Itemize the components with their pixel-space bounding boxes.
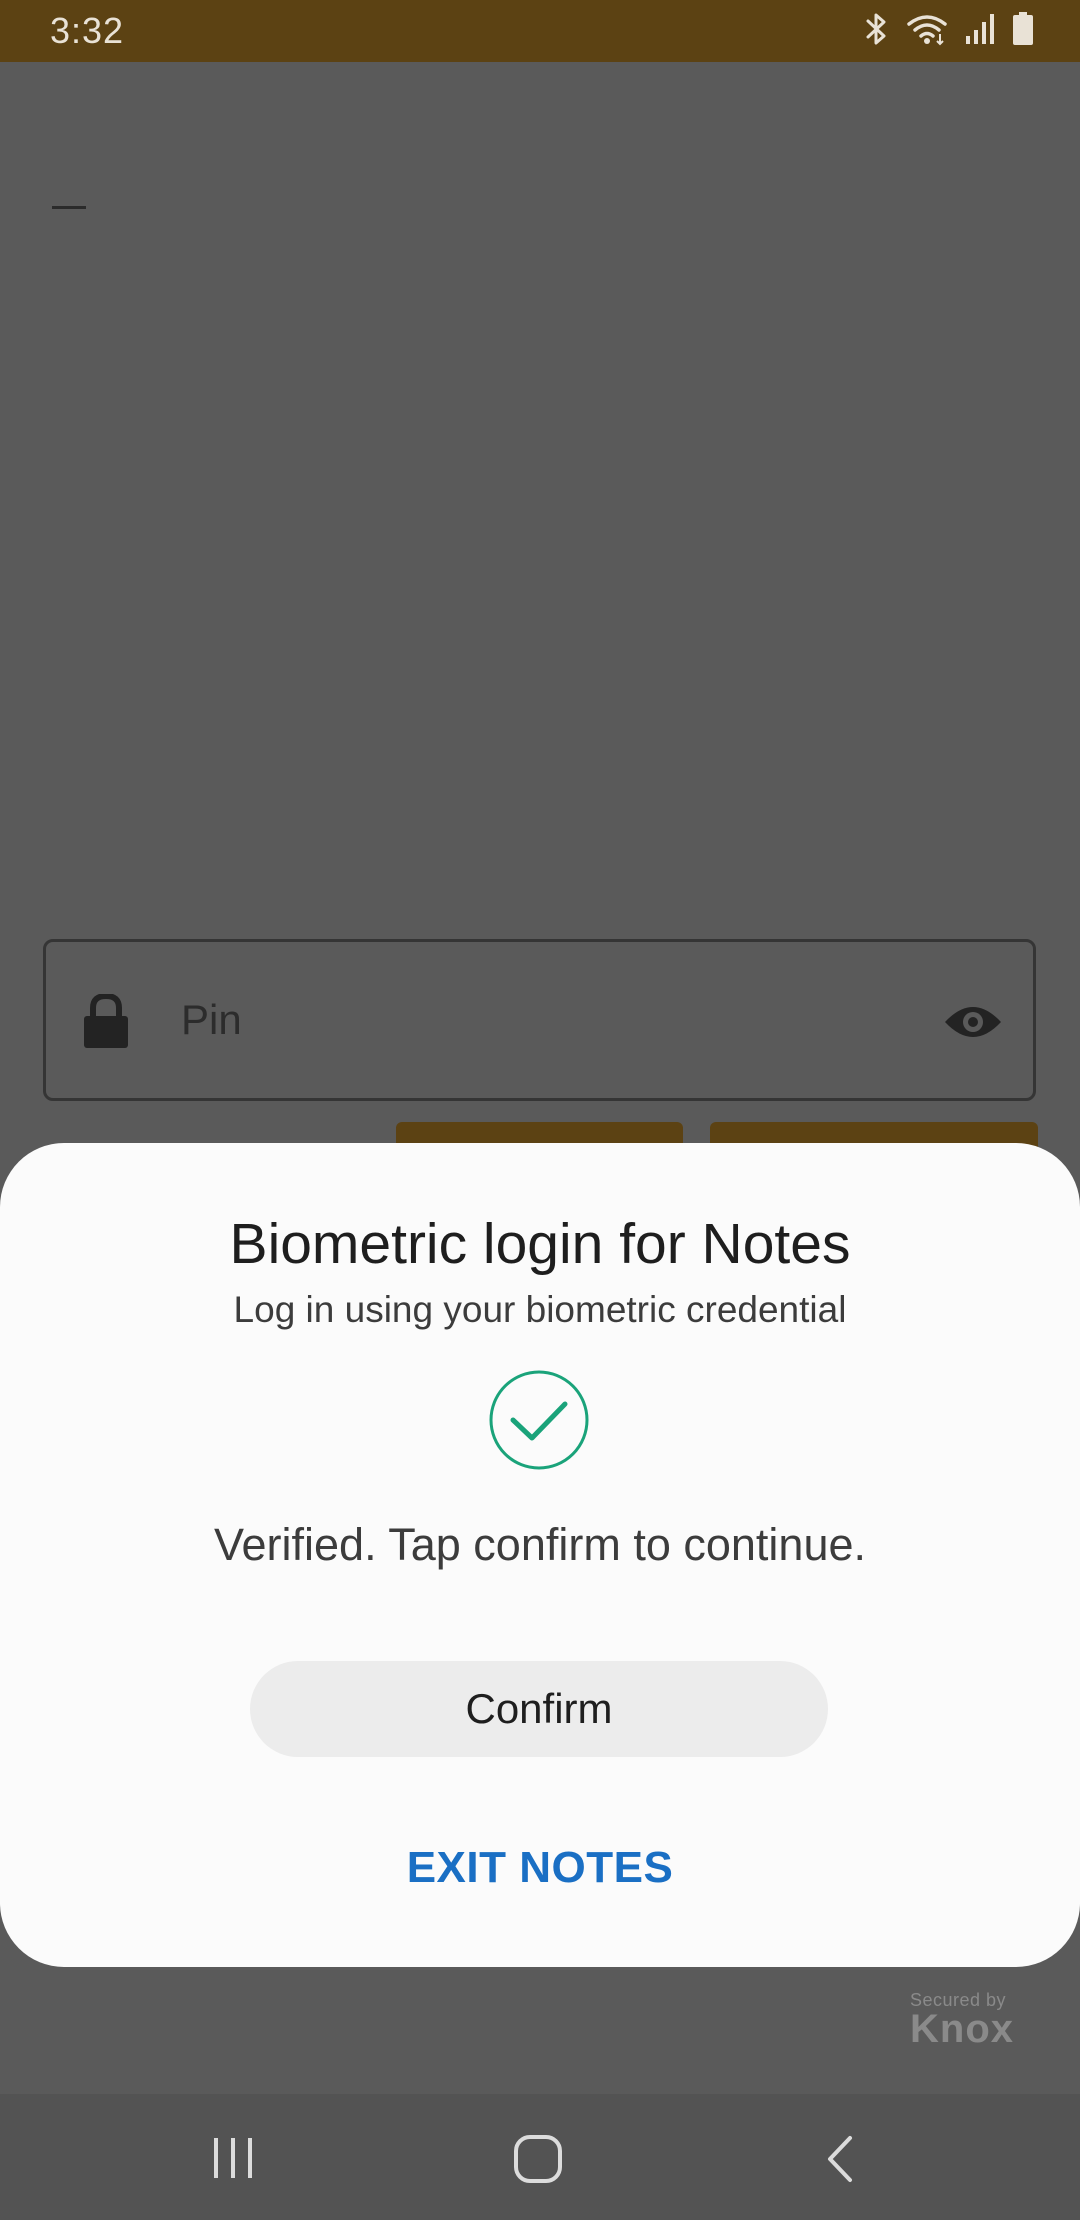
back-icon[interactable] bbox=[820, 2134, 860, 2189]
wifi-icon bbox=[906, 12, 948, 46]
recents-icon[interactable] bbox=[210, 2134, 256, 2185]
signal-icon bbox=[964, 12, 996, 46]
exit-notes-button[interactable]: EXIT NOTES bbox=[0, 1843, 1080, 1893]
dialog-title: Biometric login for Notes bbox=[229, 1212, 851, 1276]
knox-label: Knox bbox=[910, 2007, 1014, 2051]
biometric-dialog: Biometric login for Notes Log in using y… bbox=[0, 1143, 1080, 1967]
pin-field[interactable]: Pin bbox=[43, 939, 1036, 1101]
background-dash bbox=[52, 206, 86, 209]
confirm-button[interactable]: Confirm bbox=[250, 1661, 828, 1757]
knox-logo: Secured by Knox bbox=[910, 1990, 1014, 2052]
status-icons bbox=[864, 12, 1034, 46]
check-circle-icon bbox=[488, 1369, 590, 1476]
status-bar: 3:32 bbox=[0, 0, 1080, 62]
lock-icon bbox=[82, 992, 130, 1055]
bluetooth-icon bbox=[864, 12, 890, 46]
status-time: 3:32 bbox=[50, 10, 125, 51]
dialog-subtitle: Log in using your biometric credential bbox=[233, 1289, 847, 1330]
home-icon[interactable] bbox=[513, 2134, 563, 2189]
pin-placeholder: Pin bbox=[181, 996, 242, 1043]
verification-status: Verified. Tap confirm to continue. bbox=[213, 1519, 867, 1570]
eye-icon[interactable] bbox=[943, 1002, 1003, 1047]
battery-icon bbox=[1012, 12, 1034, 46]
navigation-bar bbox=[0, 2094, 1080, 2220]
